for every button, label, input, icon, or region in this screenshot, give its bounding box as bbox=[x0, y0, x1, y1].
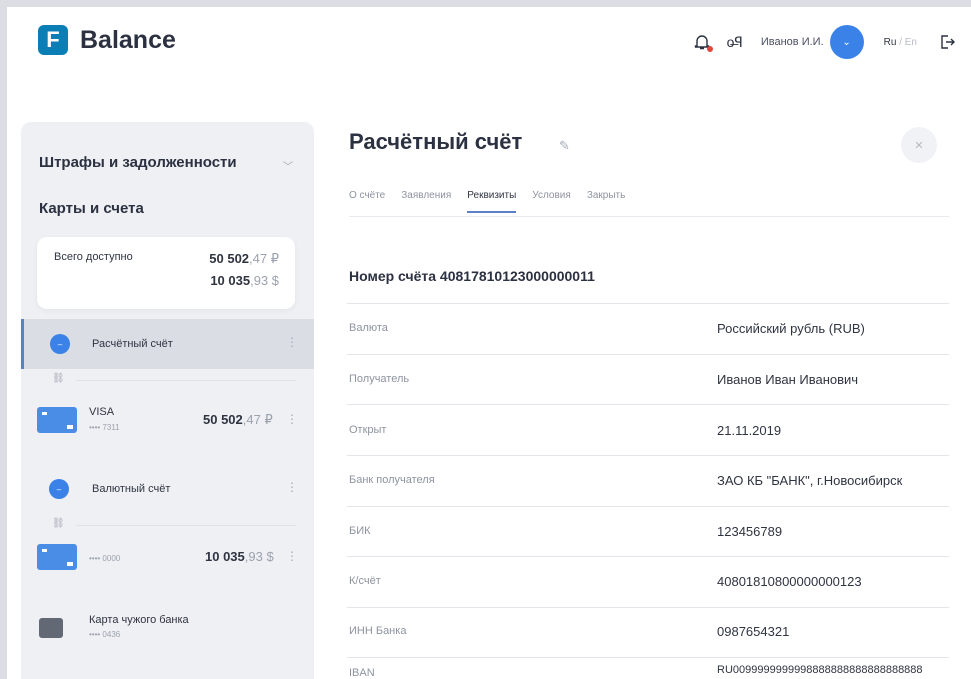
cards-section-title: Карты и счета bbox=[39, 200, 144, 217]
row-divider bbox=[347, 455, 949, 456]
card-balance-frac: ,93 $ bbox=[244, 549, 274, 564]
logo-mark: F bbox=[38, 25, 68, 55]
user-name[interactable]: Иванов И.И. bbox=[761, 36, 824, 48]
available-rub-frac: ,47 ₽ bbox=[249, 251, 279, 266]
card-number: •••• 7311 bbox=[89, 423, 120, 432]
account-icon: – bbox=[49, 479, 69, 499]
notification-dot bbox=[706, 46, 713, 52]
card-number: •••• 0000 bbox=[89, 554, 121, 563]
row-value-bik: 123456789 bbox=[717, 524, 783, 539]
fines-section-title[interactable]: Штрафы и задолженности bbox=[39, 154, 237, 171]
close-icon[interactable]: ✕ bbox=[901, 127, 937, 163]
sidebar-item-currency-account[interactable]: – Валютный счёт ⋮ bbox=[21, 467, 314, 511]
row-divider bbox=[347, 607, 949, 608]
header-actions: о̶ꟼ Иванов И.И. ⌄ Ru / En bbox=[693, 25, 955, 59]
account-icon: – bbox=[50, 334, 70, 354]
bell-icon[interactable] bbox=[693, 33, 713, 52]
key-icon[interactable]: о̶ꟼ bbox=[727, 34, 743, 51]
row-value-iban: RU0099999999998888888888888888888 bbox=[717, 664, 923, 676]
row-value-recipient: Иванов Иван Иванович bbox=[717, 372, 859, 387]
card-balance-int: 50 502 bbox=[203, 412, 243, 427]
row-value-bank: ЗАО КБ "БАНК", г.Новосибирск bbox=[717, 473, 903, 488]
row-label-opened: Открыт bbox=[349, 424, 387, 436]
row-divider bbox=[347, 404, 949, 405]
kebab-menu-icon[interactable]: ⋮ bbox=[286, 480, 298, 494]
kebab-menu-icon[interactable]: ⋮ bbox=[286, 549, 298, 563]
row-label-iban: IBAN bbox=[349, 667, 375, 679]
bank-card-icon bbox=[39, 618, 63, 638]
link-icon: ⛓ bbox=[52, 373, 65, 384]
available-balance-card: Всего доступно 50 502,47 ₽ 10 035,93 $ bbox=[37, 237, 295, 309]
available-rub-int: 50 502 bbox=[209, 251, 250, 266]
row-value-currency: Российский рубль (RUB) bbox=[717, 321, 865, 336]
logout-icon[interactable] bbox=[939, 34, 955, 50]
app-name: Balance bbox=[80, 25, 176, 54]
tab-details[interactable]: Реквизиты bbox=[467, 190, 517, 213]
chevron-down-icon[interactable]: ﹀ bbox=[283, 158, 293, 173]
available-label: Всего доступно bbox=[54, 251, 133, 263]
row-value-opened: 21.11.2019 bbox=[717, 423, 782, 438]
divider bbox=[76, 380, 296, 381]
page-title: Расчётный счёт bbox=[349, 129, 523, 154]
chevron-down-icon: ⌄ bbox=[842, 36, 851, 48]
row-label-bik: БИК bbox=[349, 525, 371, 537]
row-label-corr-account: К/счёт bbox=[349, 575, 381, 587]
sidebar-item-settlement-account[interactable]: – Расчётный счёт ⋮ bbox=[21, 319, 314, 369]
lang-ru[interactable]: Ru bbox=[884, 37, 897, 48]
available-rub: 50 502,47 ₽ bbox=[209, 251, 279, 267]
kebab-menu-icon[interactable]: ⋮ bbox=[286, 412, 298, 426]
tab-close[interactable]: Закрыть bbox=[587, 190, 626, 213]
divider bbox=[76, 525, 296, 526]
available-usd: 10 035,93 $ bbox=[210, 273, 279, 288]
row-label-bank: Банк получателя bbox=[349, 474, 435, 486]
link-icon: ⛓ bbox=[52, 518, 65, 529]
card-icon bbox=[37, 407, 77, 433]
row-divider bbox=[347, 506, 949, 507]
row-value-bank-inn: 0987654321 bbox=[717, 624, 790, 639]
app-window: F Balance о̶ꟼ Иванов И.И. ⌄ Ru / En Штра… bbox=[0, 0, 971, 679]
card-balance: 10 035,93 $ bbox=[205, 549, 274, 564]
row-divider bbox=[347, 354, 949, 355]
account-tabs: О счёте Заявления Реквизиты Условия Закр… bbox=[349, 190, 641, 213]
language-switcher[interactable]: Ru / En bbox=[884, 37, 917, 48]
card-balance-frac: ,47 ₽ bbox=[242, 412, 273, 427]
available-usd-frac: ,93 $ bbox=[250, 273, 279, 288]
account-name: Расчётный счёт bbox=[92, 338, 173, 350]
lang-en[interactable]: En bbox=[905, 37, 917, 48]
card-balance: 50 502,47 ₽ bbox=[203, 412, 273, 428]
tab-conditions[interactable]: Условия bbox=[532, 190, 571, 213]
other-card-number: •••• 0436 bbox=[89, 630, 121, 639]
row-label-recipient: Получатель bbox=[349, 373, 410, 385]
lang-separator: / bbox=[899, 36, 902, 48]
tabs-divider bbox=[349, 216, 949, 217]
pencil-icon[interactable]: ✎ bbox=[559, 138, 570, 154]
tab-about[interactable]: О счёте bbox=[349, 190, 385, 213]
other-card-name[interactable]: Карта чужого банка bbox=[89, 614, 189, 626]
card-name: VISA bbox=[89, 406, 115, 418]
kebab-menu-icon[interactable]: ⋮ bbox=[286, 335, 298, 349]
available-usd-int: 10 035 bbox=[210, 273, 251, 288]
row-divider bbox=[347, 556, 949, 557]
row-value-corr-account: 40801810800000000123 bbox=[717, 574, 862, 589]
row-label-currency: Валюта bbox=[349, 322, 388, 334]
row-divider bbox=[347, 657, 949, 658]
accounts-sidebar: Штрафы и задолженности ﹀ Карты и счета В… bbox=[21, 122, 314, 679]
row-label-bank-inn: ИНН Банка bbox=[349, 625, 407, 637]
account-name: Валютный счёт bbox=[92, 483, 171, 495]
top-header: F Balance о̶ꟼ Иванов И.И. ⌄ Ru / En bbox=[7, 7, 971, 79]
card-balance-int: 10 035 bbox=[205, 549, 245, 564]
logo[interactable]: F Balance bbox=[38, 25, 176, 55]
row-divider bbox=[347, 303, 949, 304]
tab-applications[interactable]: Заявления bbox=[401, 190, 451, 213]
account-number: Номер счёта 40817810123000000011 bbox=[349, 268, 595, 284]
user-menu-button[interactable]: ⌄ bbox=[829, 25, 864, 59]
card-icon bbox=[37, 544, 77, 570]
